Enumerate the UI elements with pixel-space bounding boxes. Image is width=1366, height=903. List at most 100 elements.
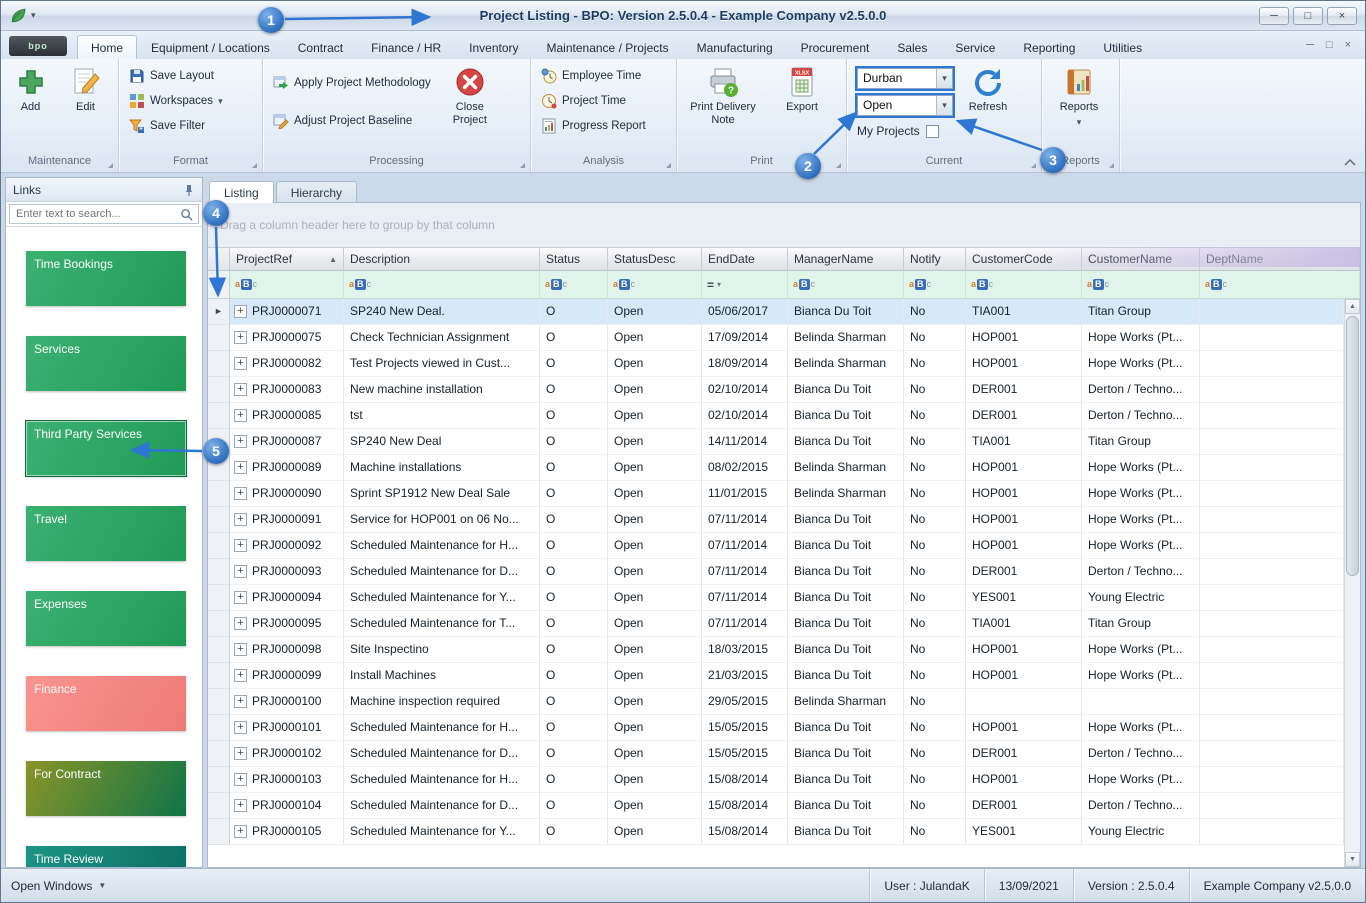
tab-hierarchy[interactable]: Hierarchy <box>276 181 357 203</box>
table-row[interactable]: +PRJ0000094Scheduled Maintenance for Y..… <box>208 585 1344 611</box>
column-header-deptname[interactable]: DeptName <box>1200 247 1360 271</box>
status-combobox[interactable]: Open ▾ <box>857 95 953 116</box>
collapse-ribbon-icon[interactable] <box>1343 157 1357 169</box>
tab-finance-hr[interactable]: Finance / HR <box>357 35 455 59</box>
table-row[interactable]: +PRJ0000092Scheduled Maintenance for H..… <box>208 533 1344 559</box>
site-combobox[interactable]: Durban ▾ <box>857 68 953 89</box>
search-input[interactable] <box>9 204 199 224</box>
close-button[interactable]: × <box>1327 7 1357 25</box>
column-header-projectref[interactable]: ProjectRef▲ <box>230 247 344 271</box>
expand-row-icon[interactable]: + <box>234 825 247 838</box>
workspaces-button[interactable]: Workspaces ▾ <box>124 91 228 111</box>
edit-button[interactable]: Edit <box>58 61 113 116</box>
filter-cell-projectref[interactable]: aBc <box>230 271 344 299</box>
mdi-minimize-icon[interactable]: ─ <box>1306 40 1314 51</box>
tab-utilities[interactable]: Utilities <box>1089 35 1156 59</box>
column-header-customername[interactable]: CustomerName <box>1082 247 1200 271</box>
table-row[interactable]: +PRJ0000099Install MachinesOOpen21/03/20… <box>208 663 1344 689</box>
group-by-panel[interactable]: Drag a column header here to group by th… <box>208 203 1360 247</box>
search-icon[interactable] <box>180 208 193 221</box>
filter-cell-customername[interactable]: aBc <box>1082 271 1200 299</box>
expand-row-icon[interactable]: + <box>234 695 247 708</box>
expand-row-icon[interactable]: + <box>234 565 247 578</box>
tab-contract[interactable]: Contract <box>284 35 357 59</box>
refresh-button[interactable]: Refresh <box>959 61 1017 116</box>
mdi-restore-icon[interactable]: □ <box>1326 40 1333 51</box>
table-row[interactable]: +PRJ0000090Sprint SP1912 New Deal SaleOO… <box>208 481 1344 507</box>
filter-cell-deptname[interactable]: aBc <box>1200 271 1360 299</box>
column-header-enddate[interactable]: EndDate <box>702 247 788 271</box>
save-filter-button[interactable]: Save Filter <box>124 116 228 136</box>
column-header-status[interactable]: Status <box>540 247 608 271</box>
expand-row-icon[interactable]: + <box>234 747 247 760</box>
table-row[interactable]: +PRJ0000098Site InspectinoOOpen18/03/201… <box>208 637 1344 663</box>
apply-project-methodology-button[interactable]: Apply Project Methodology <box>268 73 436 93</box>
tab-equipment-locations[interactable]: Equipment / Locations <box>137 35 284 59</box>
filter-cell-status[interactable]: aBc <box>540 271 608 299</box>
add-button[interactable]: Add <box>3 61 58 116</box>
tab-service[interactable]: Service <box>941 35 1009 59</box>
table-row[interactable]: +PRJ0000089Machine installationsOOpen08/… <box>208 455 1344 481</box>
table-row[interactable]: +PRJ0000095Scheduled Maintenance for T..… <box>208 611 1344 637</box>
column-header-managername[interactable]: ManagerName <box>788 247 904 271</box>
column-header-description[interactable]: Description <box>344 247 540 271</box>
expand-row-icon[interactable]: + <box>234 513 247 526</box>
table-row[interactable]: +PRJ0000091Service for HOP001 on 06 No..… <box>208 507 1344 533</box>
caret-down-icon[interactable]: ▾ <box>936 96 952 115</box>
tab-reporting[interactable]: Reporting <box>1009 35 1089 59</box>
maximize-button[interactable]: □ <box>1293 7 1323 25</box>
filter-cell-customercode[interactable]: aBc <box>966 271 1082 299</box>
employee-time-button[interactable]: Employee Time <box>536 66 651 86</box>
tab-inventory[interactable]: Inventory <box>455 35 532 59</box>
minimize-button[interactable]: ─ <box>1259 7 1289 25</box>
tab-maintenance-projects[interactable]: Maintenance / Projects <box>533 35 683 59</box>
my-projects-checkbox[interactable] <box>926 125 939 138</box>
table-row[interactable]: +PRJ0000102Scheduled Maintenance for D..… <box>208 741 1344 767</box>
expand-row-icon[interactable]: + <box>234 435 247 448</box>
filter-cell-managername[interactable]: aBc <box>788 271 904 299</box>
link-tile-travel[interactable]: Travel <box>26 506 186 561</box>
filter-cell-enddate[interactable]: =▾ <box>702 271 788 299</box>
scrollbar-thumb[interactable] <box>1346 316 1359 576</box>
project-time-button[interactable]: Project Time <box>536 91 651 111</box>
column-header-notify[interactable]: Notify <box>904 247 966 271</box>
tab-manufacturing[interactable]: Manufacturing <box>683 35 787 59</box>
print-delivery-note-button[interactable]: ? Print Delivery Note <box>685 61 761 128</box>
expand-row-icon[interactable]: + <box>234 721 247 734</box>
table-row[interactable]: +PRJ0000082Test Projects viewed in Cust.… <box>208 351 1344 377</box>
table-row[interactable]: ►+PRJ0000071SP240 New Deal.OOpen05/06/20… <box>208 299 1344 325</box>
table-row[interactable]: +PRJ0000083New machine installationOOpen… <box>208 377 1344 403</box>
expand-row-icon[interactable]: + <box>234 643 247 656</box>
expand-row-icon[interactable]: + <box>234 305 247 318</box>
table-row[interactable]: +PRJ0000103Scheduled Maintenance for H..… <box>208 767 1344 793</box>
mdi-close-icon[interactable]: × <box>1345 40 1351 51</box>
column-header-statusdesc[interactable]: StatusDesc <box>608 247 702 271</box>
save-layout-button[interactable]: Save Layout <box>124 66 228 86</box>
progress-report-button[interactable]: Progress Report <box>536 116 651 136</box>
table-row[interactable]: +PRJ0000105Scheduled Maintenance for Y..… <box>208 819 1344 845</box>
link-tile-expenses[interactable]: Expenses <box>26 591 186 646</box>
reports-button[interactable]: Reports ▾ <box>1044 61 1114 129</box>
expand-row-icon[interactable]: + <box>234 461 247 474</box>
expand-row-icon[interactable]: + <box>234 799 247 812</box>
link-tile-time-bookings[interactable]: Time Bookings <box>26 251 186 306</box>
filter-cell-notify[interactable]: aBc <box>904 271 966 299</box>
expand-row-icon[interactable]: + <box>234 617 247 630</box>
filter-cell-statusdesc[interactable]: aBc <box>608 271 702 299</box>
column-header-customercode[interactable]: CustomerCode <box>966 247 1082 271</box>
tab-home[interactable]: Home <box>77 35 137 59</box>
caret-down-icon[interactable]: ▾ <box>936 69 952 88</box>
export-button[interactable]: XLSX Export <box>771 61 833 116</box>
scrollbar-track[interactable] <box>1345 578 1360 852</box>
tab-procurement[interactable]: Procurement <box>787 35 884 59</box>
expand-row-icon[interactable]: + <box>234 487 247 500</box>
expand-row-icon[interactable]: + <box>234 669 247 682</box>
table-row[interactable]: +PRJ0000075Check Technician AssignmentOO… <box>208 325 1344 351</box>
expand-row-icon[interactable]: + <box>234 591 247 604</box>
open-windows-button[interactable]: Open Windows ▼ <box>11 879 106 893</box>
pin-icon[interactable] <box>183 184 195 196</box>
expand-row-icon[interactable]: + <box>234 539 247 552</box>
app-logo[interactable]: bpo <box>9 36 67 56</box>
expand-row-icon[interactable]: + <box>234 409 247 422</box>
link-tile-services[interactable]: Services <box>26 336 186 391</box>
